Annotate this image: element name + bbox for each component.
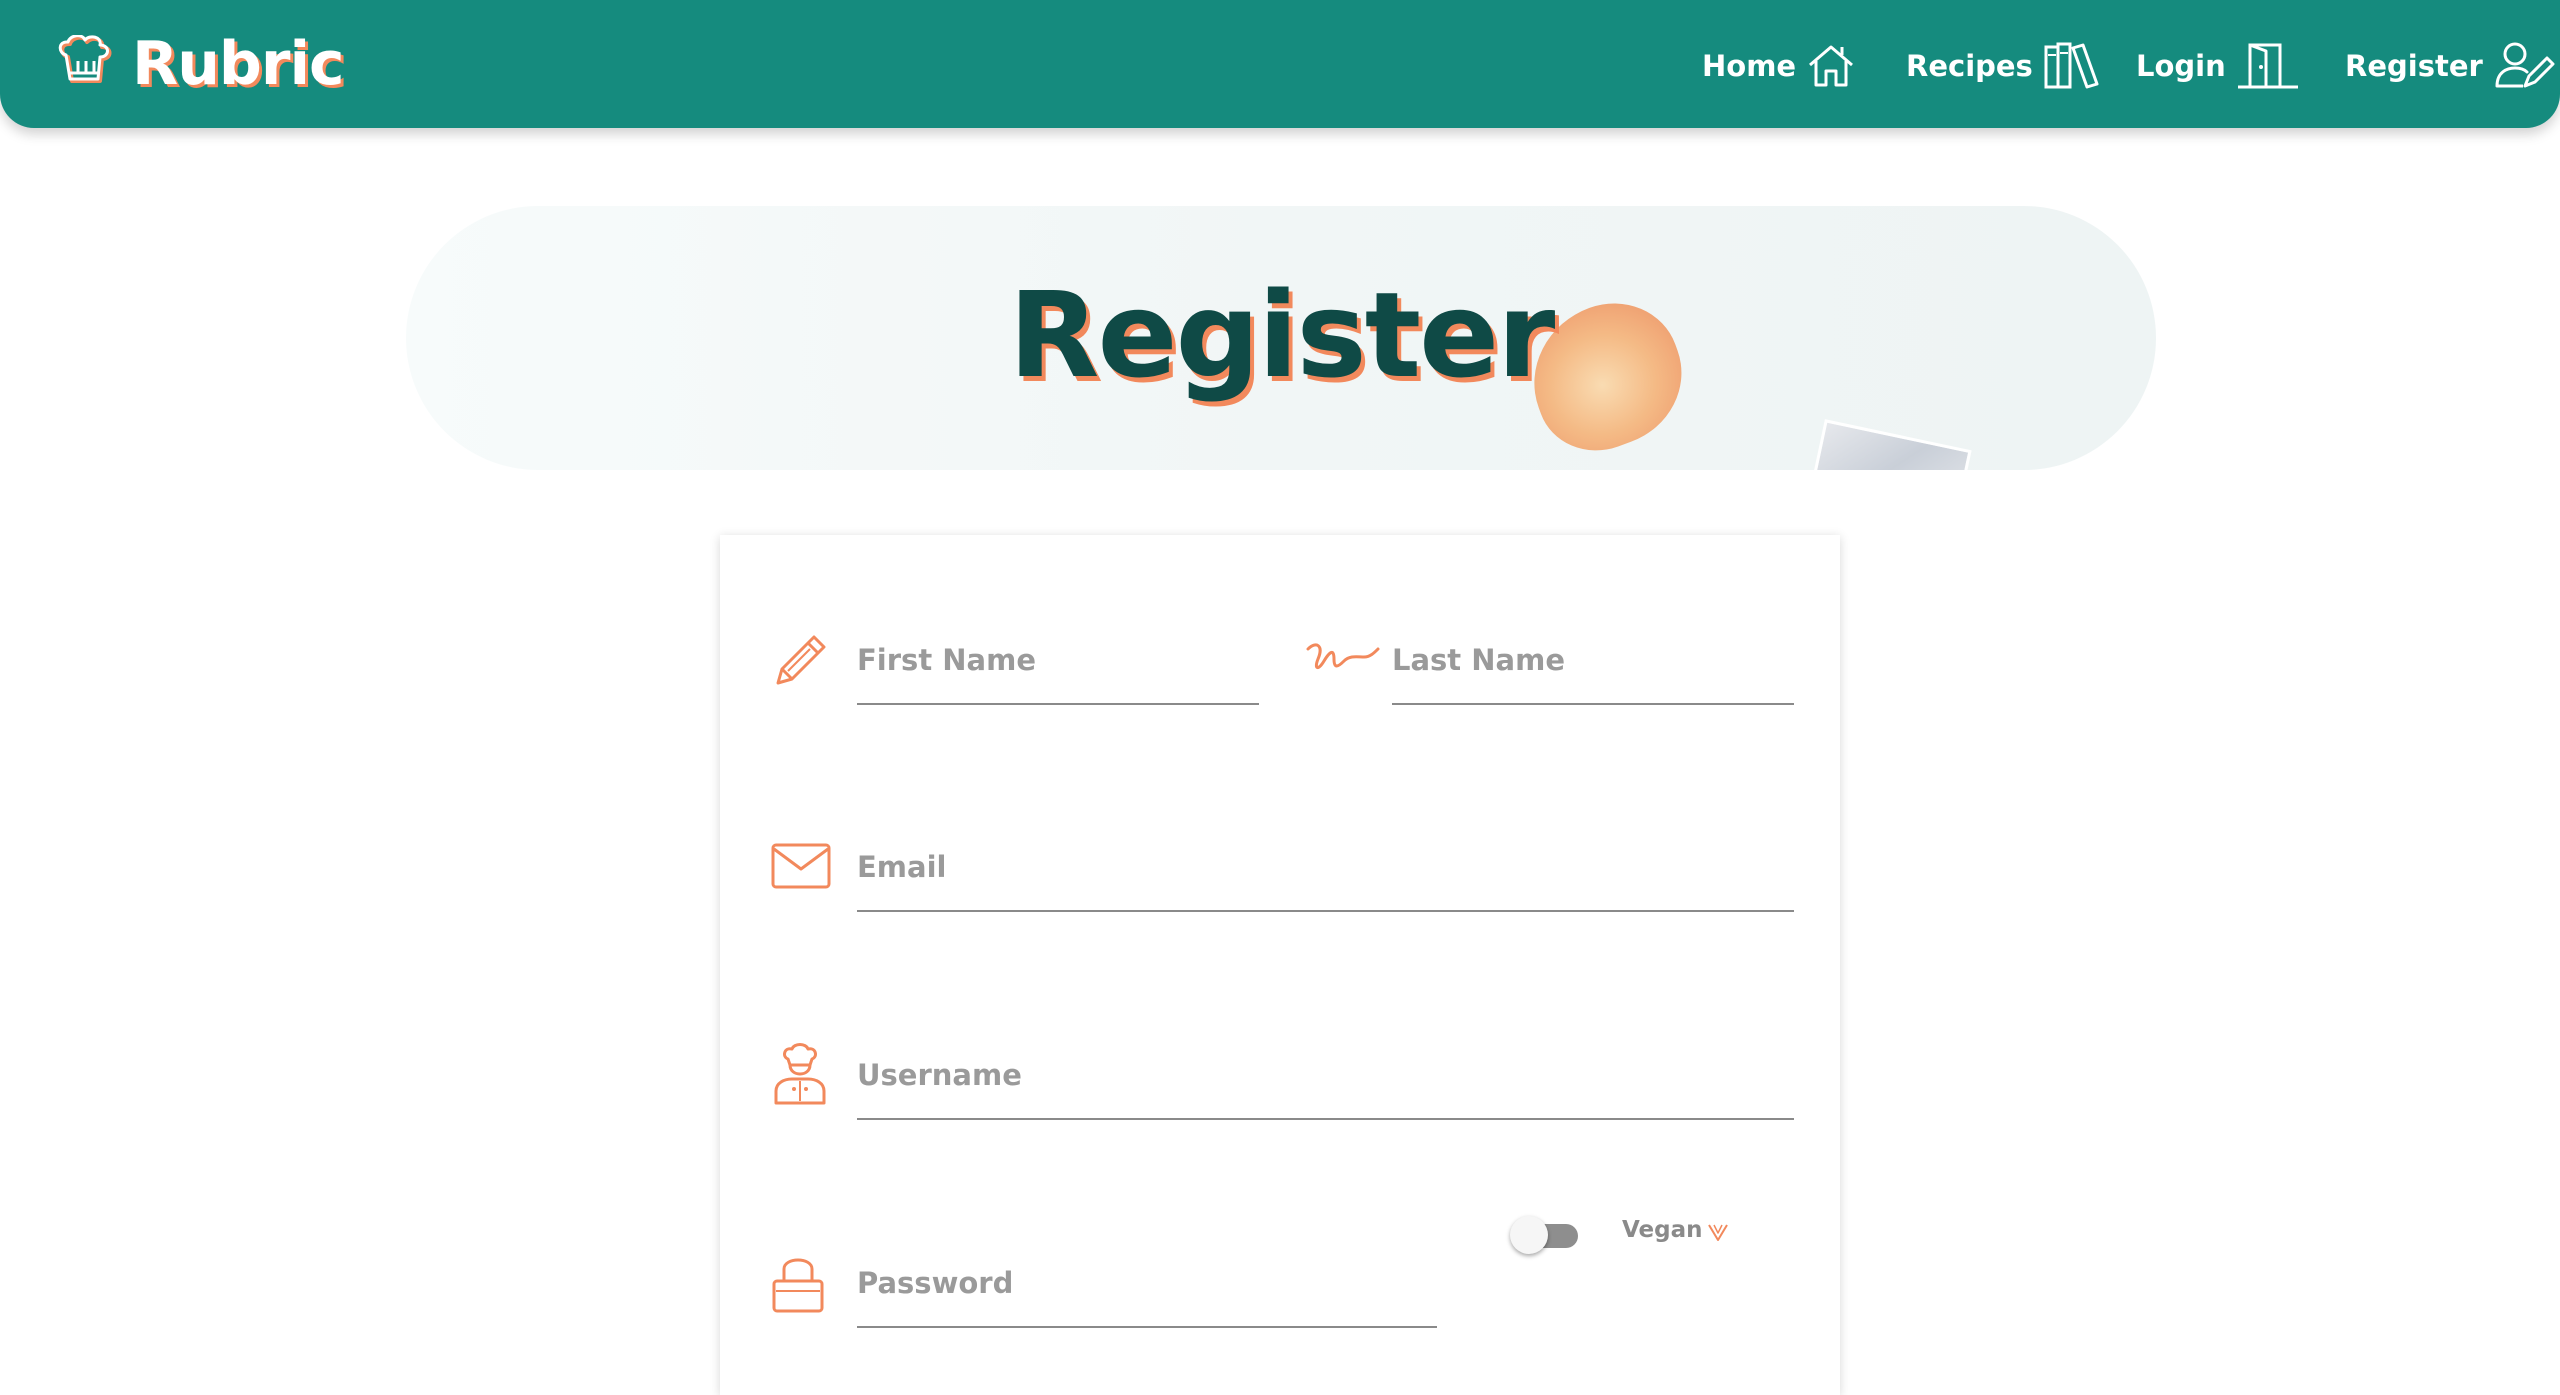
register-form: Vegan [720,535,1840,1395]
nav-item-recipes[interactable]: Recipes [1906,36,2101,96]
nav-item-login[interactable]: Login [2136,36,2300,96]
vegan-label: Vegan [1622,1217,1703,1243]
envelope-icon [771,843,831,889]
last-name-input[interactable] [1392,635,1794,705]
vegan-toggle-knob [1510,1216,1548,1254]
email-input[interactable] [857,842,1794,912]
nav-register-label: Register [2345,49,2483,83]
chef-hat-icon [58,35,112,83]
nav-item-home[interactable]: Home [1702,36,1856,96]
hero-banner: Register [406,206,2156,470]
brand[interactable]: Rubric [56,26,345,102]
brand-name: Rubric [132,29,345,99]
vegan-v-icon [1708,1224,1728,1241]
vegan-toggle[interactable] [1510,1210,1590,1260]
first-name-input[interactable] [857,635,1259,705]
lock-icon [772,1258,824,1313]
page-title: Register [1008,266,1556,404]
chef-person-icon [774,1043,826,1105]
nav-links: Home Recipes Login Register [1660,0,2560,128]
signature-icon [1306,643,1380,669]
navbar: Rubric Home Recipes Login Register [0,0,2560,128]
books-icon [2044,42,2099,89]
pencil-icon [776,635,826,685]
nav-item-register[interactable]: Register [2345,36,2557,96]
nav-login-label: Login [2136,49,2226,83]
nav-recipes-label: Recipes [1906,49,2033,83]
door-icon [2237,43,2298,89]
password-input[interactable] [857,1258,1437,1328]
nav-home-label: Home [1702,49,1797,83]
username-input[interactable] [857,1050,1794,1120]
house-icon [1809,45,1854,87]
user-edit-icon [2495,42,2555,88]
